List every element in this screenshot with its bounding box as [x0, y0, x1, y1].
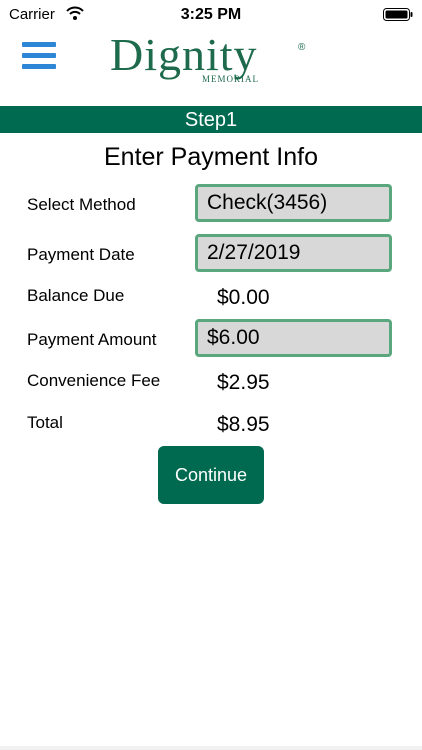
payment-amount-field[interactable]: $6.00 — [195, 319, 392, 357]
convenience-fee-label: Convenience Fee — [27, 371, 161, 390]
select-method-label: Select Method — [27, 195, 136, 214]
convenience-fee-value: $2.95 — [217, 371, 270, 394]
bottom-edge — [0, 746, 422, 750]
payment-date-field[interactable]: 2/27/2019 — [195, 234, 392, 272]
continue-button[interactable]: Continue — [158, 446, 264, 504]
total-label: Total — [27, 413, 63, 432]
select-method-field[interactable]: Check(3456) — [195, 184, 392, 222]
nav-header: Dignity MEMORIAL ® — [0, 30, 422, 106]
page-title: Enter Payment Info — [103, 143, 318, 171]
status-bar: Carrier 3:25 PM — [0, 0, 422, 30]
battery-icon — [383, 8, 413, 21]
logo-word: Dignity — [110, 29, 258, 80]
payment-amount-label: Payment Amount — [27, 330, 157, 349]
balance-due-value: $0.00 — [217, 286, 270, 309]
payment-date-label: Payment Date — [27, 245, 135, 264]
hamburger-menu-icon[interactable] — [22, 42, 56, 72]
total-value: $8.95 — [217, 413, 270, 436]
status-time: 3:25 PM — [180, 6, 242, 23]
dignity-memorial-logo: Dignity MEMORIAL ® — [110, 32, 310, 90]
logo-registered-mark: ® — [298, 42, 306, 53]
step-banner: Step1 — [0, 106, 422, 133]
balance-due-label: Balance Due — [27, 286, 125, 305]
logo-subtitle: MEMORIAL — [202, 74, 259, 84]
